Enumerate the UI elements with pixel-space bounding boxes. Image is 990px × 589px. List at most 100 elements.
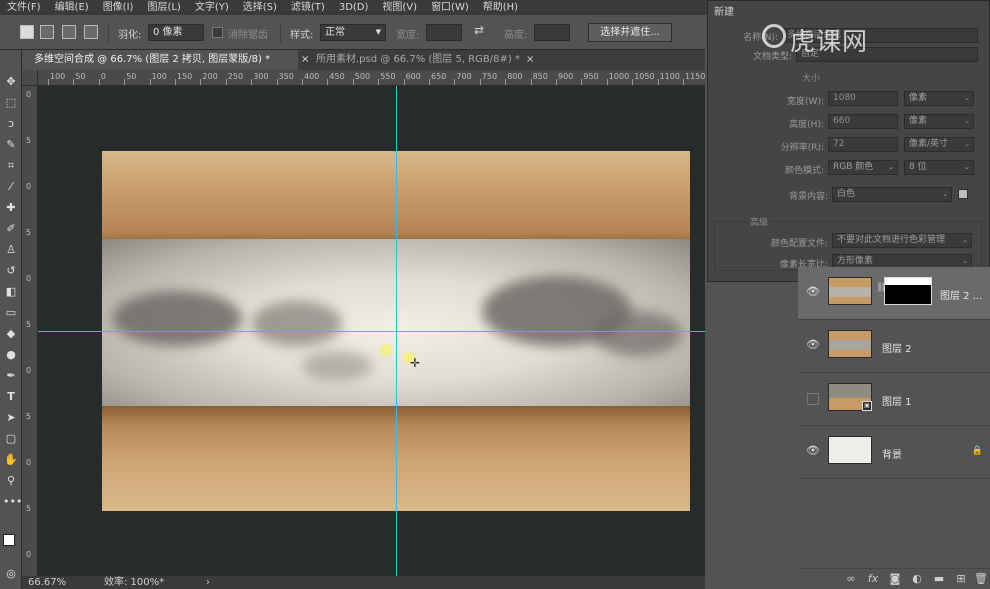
layer-row[interactable]: 👁 图层 2 [798,320,990,373]
tab-document-assets[interactable]: 所用素材.psd @ 66.7% (图层 5, RGB/8#) * [304,50,524,70]
gradient-tool-icon[interactable]: ▭ [3,305,19,321]
ruler-tick [200,79,202,85]
stamp-tool-icon[interactable]: ♙ [3,242,19,258]
size-section-label: 大小 [802,74,821,84]
bit-depth-select[interactable]: 8 位 ⌄ [904,160,974,175]
resolution-input[interactable]: 72 [828,137,898,152]
layer-row[interactable]: 👁 背景 🔒 [798,426,990,479]
menu-filter[interactable]: 滤镜(T) [284,0,332,15]
style-select[interactable]: 正常 ▼ [320,24,386,41]
subtract-selection-icon[interactable] [62,25,76,39]
trash-icon[interactable]: 🗑 [974,572,988,585]
lock-icon: 🔒 [971,446,983,456]
height-input[interactable]: 660 [828,114,898,129]
visibility-eye-icon[interactable]: 👁 [806,444,820,457]
quick-select-tool-icon[interactable]: ✎ [3,137,19,153]
swap-icon[interactable]: ⇄ [474,23,484,37]
healing-tool-icon[interactable]: ✚ [3,200,19,216]
marquee-tool-icon[interactable]: ⬚ [3,95,19,111]
menu-window[interactable]: 窗口(W) [424,0,476,15]
history-brush-icon[interactable]: ↺ [3,263,19,279]
background-color-swatch[interactable] [958,189,968,199]
path-select-tool-icon[interactable]: ➤ [3,410,19,426]
vertical-ruler[interactable]: 0 5 0 5 0 5 0 5 0 5 0 [22,86,38,576]
quick-mask-icon[interactable]: ◎ [3,566,19,582]
feather-input[interactable]: 0 像素 [148,24,204,41]
status-arrow-icon[interactable]: › [206,576,210,589]
menu-view[interactable]: 视图(V) [375,0,424,15]
visibility-eye-icon[interactable]: 👁 [806,338,820,351]
menu-help[interactable]: 帮助(H) [476,0,525,15]
layer-mask-thumbnail[interactable] [884,277,932,305]
layer-name[interactable]: 图层 2 ... [940,287,982,302]
zoom-tool-icon[interactable]: ⚲ [3,473,19,489]
blur-tool-icon[interactable]: ◆ [3,326,19,342]
menu-image[interactable]: 图像(I) [96,0,141,15]
ruler-tick [378,79,380,85]
horizontal-ruler[interactable]: 100 50 0 50 100 150 200 250 300 350 400 450 500 550 60… [38,70,705,86]
visibility-eye-icon[interactable]: 👁 [806,285,820,298]
type-tool-icon[interactable]: T [3,389,19,405]
height-unit-select[interactable]: 像素 ⌄ [904,114,974,129]
lasso-tool-icon[interactable]: ↄ [3,116,19,132]
eyedropper-tool-icon[interactable]: ⁄ [3,179,19,195]
layer-row[interactable]: ▣ 图层 1 [798,373,990,426]
smart-object-icon: ▣ [862,401,872,411]
layer-row[interactable]: 👁 ⛓ 图层 2 ... [798,267,990,320]
width-input[interactable]: 1080 [828,91,898,106]
ruler-tick-label: 5 [26,136,32,145]
menu-select[interactable]: 选择(S) [236,0,284,15]
link-icon[interactable]: ∞ [844,572,858,585]
width-unit-select[interactable]: 像素 ⌄ [904,91,974,106]
ruler-tick [429,79,430,85]
color-mode-select[interactable]: RGB 颜色 ⌄ [828,160,898,175]
ruler-tick-label: 1050 [634,72,655,81]
new-selection-icon[interactable] [20,25,34,39]
background-contents-select[interactable]: 白色 ⌄ [832,187,952,202]
mask-icon[interactable]: ◙ [888,572,902,585]
layer-name[interactable]: 背景 [882,446,902,461]
antialias-checkbox[interactable] [212,27,223,38]
eraser-tool-icon[interactable]: ◧ [3,284,19,300]
foreground-color-swatch[interactable] [3,534,15,546]
zoom-level[interactable]: 66.67% [28,576,66,589]
ruler-tick [479,79,481,85]
shape-tool-icon[interactable]: ▢ [3,431,19,447]
advanced-section-label[interactable]: 高级 [748,215,771,228]
crop-tool-icon[interactable]: ⌗ [3,158,19,174]
ruler-tick-label: 1100 [659,72,680,81]
height-input[interactable] [534,24,570,41]
menu-layer[interactable]: 图层(L) [140,0,187,15]
more-tools-icon[interactable]: ••• [3,494,22,510]
tab-close-icon[interactable]: × [526,50,534,70]
menu-file[interactable]: 文件(F) [0,0,48,15]
ruler-corner[interactable] [22,70,38,86]
move-tool-icon[interactable]: ✥ [3,74,19,90]
menu-edit[interactable]: 编辑(E) [48,0,96,15]
dodge-tool-icon[interactable]: ● [3,347,19,363]
resolution-unit-select[interactable]: 像素/英寸 ⌄ [904,137,974,152]
cursor-highlight [380,344,392,356]
add-selection-icon[interactable] [40,25,54,39]
new-layer-icon[interactable]: ⊞ [954,572,968,585]
width-input[interactable] [426,24,462,41]
menu-type[interactable]: 文字(Y) [188,0,236,15]
menu-3d[interactable]: 3D(D) [332,0,376,15]
horizontal-guide[interactable] [38,331,705,332]
layer-name[interactable]: 图层 1 [882,393,912,408]
canvas-area[interactable]: ✛ [38,86,705,576]
visibility-toggle[interactable] [807,393,819,405]
color-profile-select[interactable]: 不要对此文档进行色彩管理 ⌄ [832,233,972,248]
layer-name[interactable]: 图层 2 [882,340,912,355]
group-icon[interactable]: ▬ [932,572,946,585]
tab-document-main[interactable]: 多维空间合成 @ 66.7% (图层 2 拷贝, 图层蒙版/8) * [22,50,298,70]
select-and-mask-button[interactable]: 选择并遮住... [588,23,672,42]
pen-tool-icon[interactable]: ✒ [3,368,19,384]
fx-icon[interactable]: fx [866,572,880,585]
brush-tool-icon[interactable]: ✐ [3,221,19,237]
ruler-tick-label: 0 [26,90,32,99]
intersect-selection-icon[interactable] [84,25,98,39]
adjustment-icon[interactable]: ◐ [910,572,924,585]
hand-tool-icon[interactable]: ✋ [3,452,19,468]
height-label: 高度(H): [789,120,824,130]
